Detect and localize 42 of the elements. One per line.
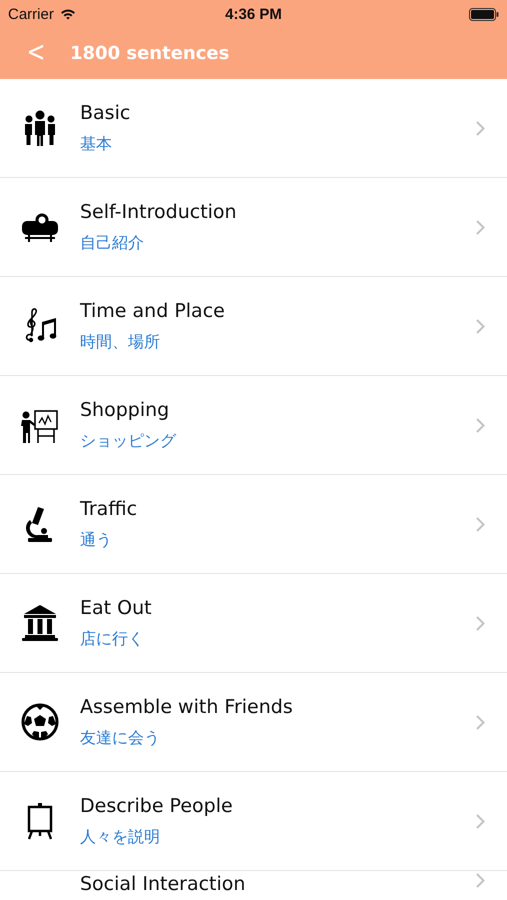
status-time: 4:36 PM — [225, 6, 282, 22]
chevron-icon — [476, 714, 485, 730]
category-row[interactable]: Assemble with Friends 友達に会う — [0, 673, 507, 772]
chevron-icon — [476, 814, 485, 828]
category-subtitle: 人々を説明 — [80, 826, 161, 848]
chevron-icon — [476, 616, 485, 630]
category-subtitle: 通う — [80, 530, 113, 550]
category-row[interactable]: Traffic 通う — [0, 475, 507, 574]
carrier-label: Carrier — [8, 6, 54, 22]
category-title: Basic — [80, 102, 132, 124]
category-row[interactable]: Eat Out 店に行く — [0, 574, 507, 673]
category-subtitle: 基本 — [80, 134, 113, 154]
category-row[interactable]: Social Interaction — [0, 871, 507, 900]
battery-icon — [468, 8, 499, 20]
category-title: Self-Introduction — [80, 200, 238, 222]
chevron-icon — [476, 873, 485, 888]
chevron-icon — [476, 120, 485, 136]
soccer-ball-icon — [20, 702, 60, 742]
category-row[interactable]: Time and Place 時間、場所 — [0, 277, 507, 376]
category-row[interactable]: Self-Introduction 自己紹介 — [0, 178, 507, 277]
category-title: Describe People — [80, 794, 234, 816]
category-row[interactable]: Shopping ショッピング — [0, 376, 507, 475]
category-row[interactable]: Basic 基本 — [0, 79, 507, 178]
category-title: Eat Out — [80, 596, 153, 618]
nav-title: 1800 sentences — [70, 43, 230, 64]
chevron-icon — [476, 516, 485, 532]
category-subtitle: 友達に会う — [80, 728, 161, 748]
museum-icon — [20, 603, 60, 643]
category-title: Time and Place — [80, 300, 226, 322]
category-row[interactable]: Describe People 人々を説明 — [0, 772, 507, 871]
category-subtitle: 自己紹介 — [80, 232, 145, 254]
chevron-icon — [476, 418, 485, 432]
category-subtitle: ショッピング — [80, 430, 178, 452]
category-title: Shopping — [80, 398, 170, 420]
category-title: Traffic — [80, 498, 138, 520]
wifi-icon — [60, 8, 76, 20]
category-title: Social Interaction — [80, 873, 246, 895]
category-subtitle: 店に行く — [80, 628, 145, 650]
category-title: Assemble with Friends — [80, 696, 294, 718]
chevron-icon — [476, 318, 485, 334]
chevron-icon — [476, 220, 485, 234]
category-subtitle: 時間、場所 — [80, 332, 161, 352]
